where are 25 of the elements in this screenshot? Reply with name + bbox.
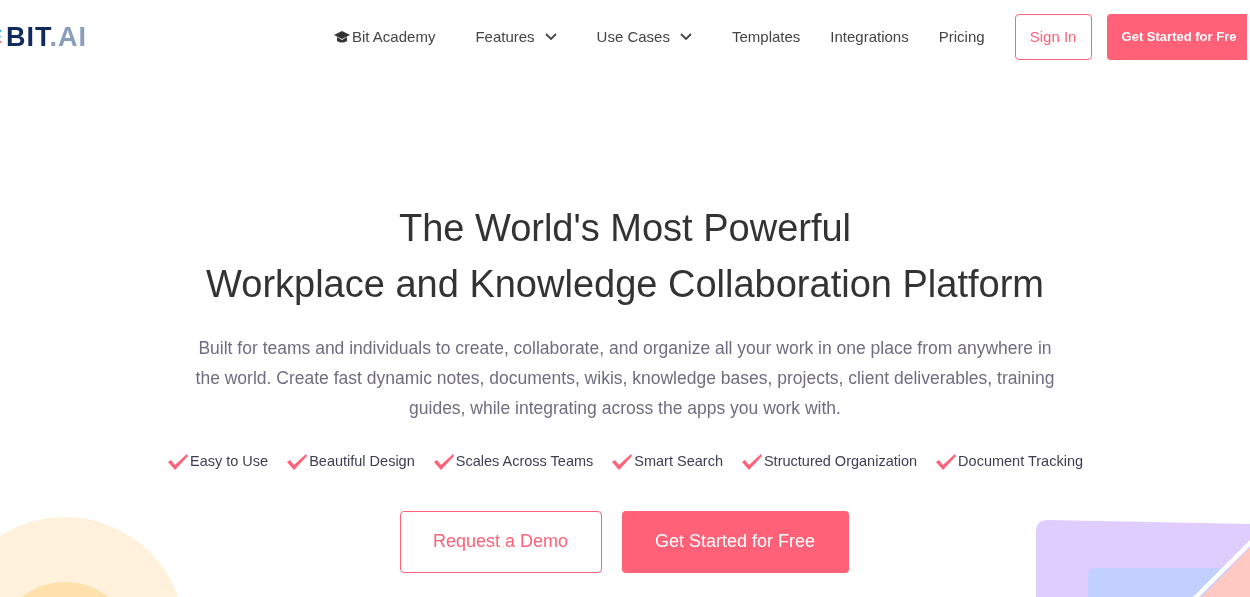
chevron-down-icon bbox=[679, 33, 692, 41]
nav-link[interactable]: Templates bbox=[731, 25, 801, 49]
nav-link[interactable]: Pricing bbox=[938, 25, 985, 49]
checkmark-icon bbox=[167, 452, 189, 471]
checkmark-icon bbox=[611, 452, 634, 471]
nav-link[interactable]: Integrations bbox=[830, 25, 909, 49]
checkmark-icon bbox=[286, 452, 309, 471]
nav-link[interactable]: Bit Academy bbox=[334, 25, 436, 49]
feature-label: Easy to Use bbox=[190, 452, 269, 471]
chevron-down-icon bbox=[544, 33, 557, 41]
nav-dropdown[interactable]: Use Cases bbox=[596, 25, 692, 49]
graduation-cap-icon bbox=[334, 30, 350, 44]
checkmark-icon bbox=[740, 452, 763, 471]
feature-label: Beautiful Design bbox=[309, 452, 415, 471]
feature-label: Scales Across Teams bbox=[455, 452, 594, 471]
feature-label: Smart Search bbox=[634, 452, 723, 471]
hero-title: The World's Most Powerful bbox=[398, 206, 852, 251]
hero-description: Built for teams and individuals to create, collaborate, and organize all your work in one place from anywhere in the world. Create fast dynamic notes, documents, wikis, knowledge bases, projects, client deliverables, training guides, while integrating across the apps you work with. bbox=[195, 337, 1055, 420]
hero-title: Workplace and Knowledge Collaboration Platform bbox=[206, 262, 1044, 307]
checkmark-icon bbox=[432, 452, 455, 471]
feature-label: Document Tracking bbox=[958, 452, 1083, 471]
nav-dropdown[interactable]: Features bbox=[475, 25, 557, 49]
checkmark-icon bbox=[935, 452, 958, 471]
feature-label: Structured Organization bbox=[763, 452, 918, 471]
logo[interactable]: BIT.AI bbox=[0, 23, 87, 51]
